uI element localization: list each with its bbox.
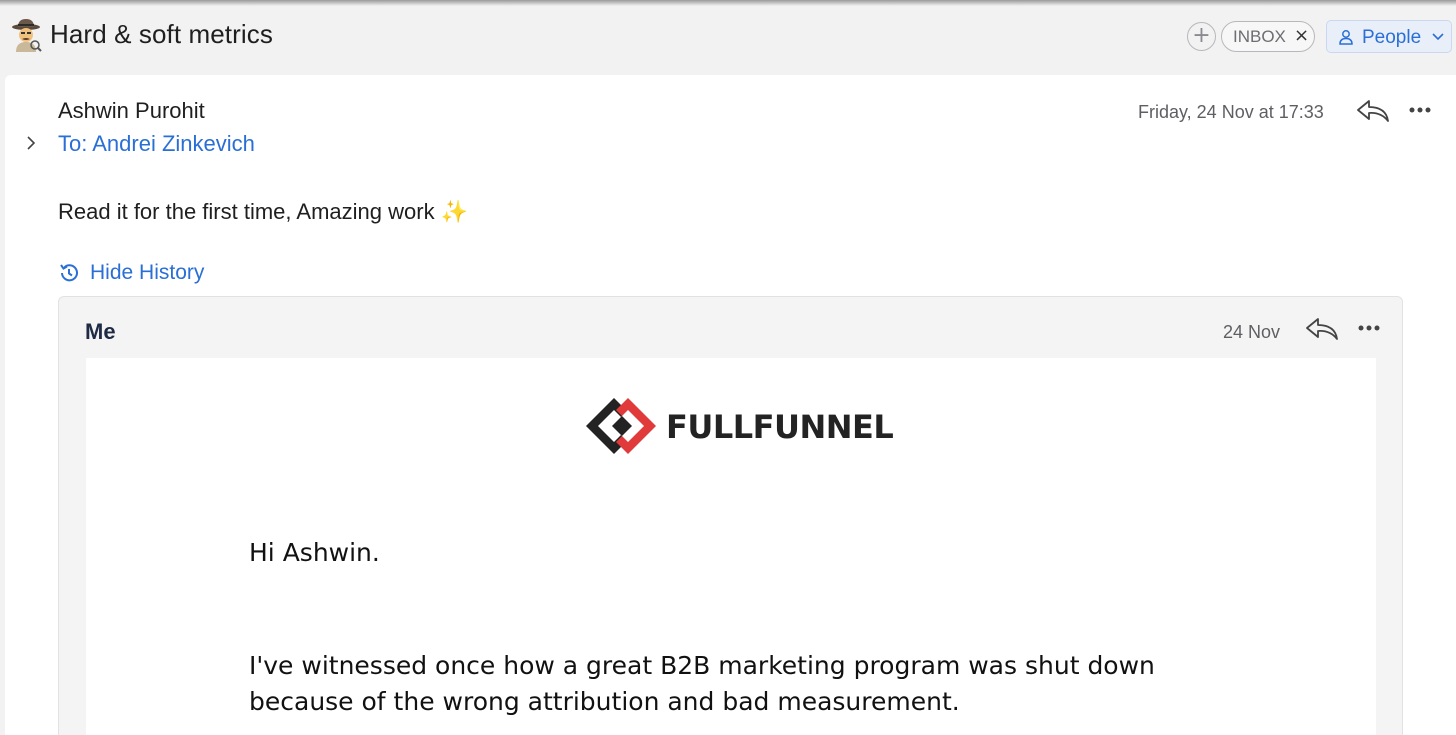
reply-icon[interactable]	[1355, 98, 1391, 124]
chevron-down-icon	[1432, 33, 1444, 41]
people-button[interactable]: People	[1326, 20, 1452, 53]
detective-emoji-icon	[12, 19, 42, 52]
thread-header: Hard & soft metrics + INBOX × People	[0, 6, 1456, 68]
person-icon	[1339, 30, 1353, 45]
quoted-reply-icon[interactable]	[1304, 316, 1340, 342]
fullfunnel-logo-icon	[586, 398, 656, 454]
logo-wordmark: FULLFUNNEL	[666, 408, 894, 446]
quoted-message: Me 24 Nov FULLFUNNEL Hi Ashwin. I've wit…	[58, 296, 1403, 735]
message-sender[interactable]: Ashwin Purohit	[58, 98, 205, 124]
quoted-email-body: FULLFUNNEL Hi Ashwin. I've witnessed onc…	[86, 358, 1376, 735]
label-chip-text: INBOX	[1233, 27, 1286, 46]
add-label-button[interactable]: +	[1187, 22, 1216, 51]
quoted-more-options-icon[interactable]	[1357, 324, 1381, 332]
quoted-sender[interactable]: Me	[85, 319, 116, 345]
hide-history-link[interactable]: Hide History	[90, 261, 204, 285]
message-card: Ashwin Purohit To: Andrei Zinkevich Frid…	[5, 75, 1456, 735]
message-body-text: Read it for the first time, Amazing work	[58, 199, 435, 224]
email-greeting: Hi Ashwin.	[249, 538, 380, 567]
message-body: Read it for the first time, Amazing work…	[58, 199, 468, 225]
more-options-icon[interactable]	[1408, 106, 1432, 114]
thread-subject: Hard & soft metrics	[50, 19, 273, 49]
message-recipients[interactable]: To: Andrei Zinkevich	[58, 131, 255, 157]
remove-label-icon[interactable]: ×	[1294, 25, 1309, 46]
quoted-date: 24 Nov	[1223, 322, 1281, 342]
fullfunnel-logo: FULLFUNNEL	[584, 396, 894, 456]
people-button-label: People	[1362, 27, 1422, 48]
chevron-right-icon[interactable]	[25, 136, 37, 150]
email-paragraph: I've witnessed once how a great B2B mark…	[249, 651, 1155, 716]
message-date: Friday, 24 Nov at 17:33	[1138, 102, 1324, 122]
inbox-label-chip[interactable]: INBOX ×	[1221, 21, 1315, 52]
sparkles-emoji-icon: ✨	[440, 199, 469, 224]
history-icon[interactable]	[58, 262, 80, 284]
